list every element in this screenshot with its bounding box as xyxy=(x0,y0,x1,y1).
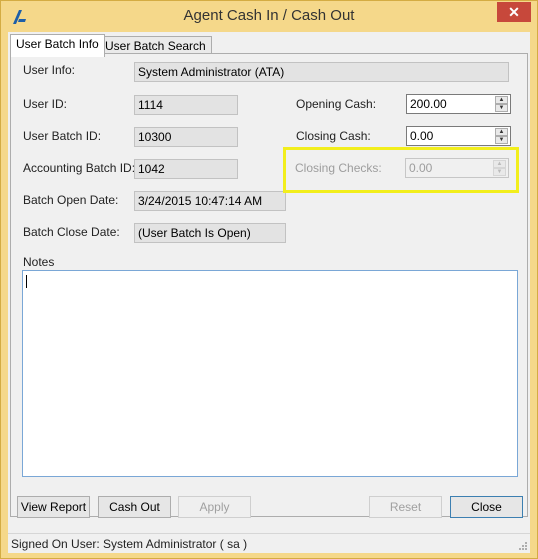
closing-checks-value: 0.00 xyxy=(409,161,433,175)
window-title: Agent Cash In / Cash Out xyxy=(183,7,355,24)
reset-button[interactable]: Reset xyxy=(369,496,442,518)
closing-checks-label: Closing Checks: xyxy=(295,161,382,175)
cash-out-button[interactable]: Cash Out xyxy=(98,496,171,518)
opening-cash-up-arrow-icon[interactable]: ▲ xyxy=(495,96,508,104)
notes-label: Notes xyxy=(23,255,55,269)
user-batch-id-label: User Batch ID: xyxy=(23,129,102,143)
window-close-button[interactable]: ✕ xyxy=(497,2,531,22)
status-bar: Signed On User: System Administrator ( s… xyxy=(8,533,530,553)
title-bar[interactable]: Agent Cash In / Cash Out ✕ xyxy=(1,1,537,32)
view-report-button[interactable]: View Report xyxy=(17,496,90,518)
closing-cash-label: Closing Cash: xyxy=(296,129,371,143)
batch-open-date-label: Batch Open Date: xyxy=(23,193,119,207)
closing-checks-down-arrow-icon: ▼ xyxy=(493,168,506,176)
accounting-batch-id-field: 1042 xyxy=(134,159,238,179)
opening-cash-down-arrow-icon[interactable]: ▼ xyxy=(495,104,508,112)
opening-cash-label: Opening Cash: xyxy=(296,97,377,111)
close-button[interactable]: Close xyxy=(450,496,523,518)
closing-cash-up-arrow-icon[interactable]: ▲ xyxy=(495,128,508,136)
resize-grip-icon[interactable] xyxy=(518,541,528,551)
user-info-label: User Info: xyxy=(23,63,76,77)
closing-cash-value: 0.00 xyxy=(410,129,434,143)
closing-checks-stepper: 0.00 ▲ ▼ xyxy=(405,158,509,178)
user-id-field: 1114 xyxy=(134,95,238,115)
user-id-label: User ID: xyxy=(23,97,68,111)
closing-cash-stepper[interactable]: 0.00 ▲ ▼ xyxy=(406,126,511,146)
app-window: Agent Cash In / Cash Out ✕ User Batch In… xyxy=(0,0,538,559)
signed-on-user-status: Signed On User: System Administrator ( s… xyxy=(11,537,248,551)
opening-cash-stepper[interactable]: 200.00 ▲ ▼ xyxy=(406,94,511,114)
tab-user-batch-info[interactable]: User Batch Info xyxy=(10,34,105,57)
notes-textarea[interactable] xyxy=(22,270,518,477)
user-info-field: System Administrator (ATA) xyxy=(134,62,509,82)
closing-cash-down-arrow-icon[interactable]: ▼ xyxy=(495,136,508,144)
accounting-batch-id-label: Accounting Batch ID: xyxy=(23,161,136,175)
opening-cash-value: 200.00 xyxy=(410,97,447,111)
batch-open-date-field: 3/24/2015 10:47:14 AM xyxy=(134,191,286,211)
batch-close-date-field: (User Batch Is Open) xyxy=(134,223,286,243)
client-area: User Batch Info User Batch Search User I… xyxy=(8,32,530,553)
batch-close-date-label: Batch Close Date: xyxy=(23,225,120,239)
user-batch-id-field: 10300 xyxy=(134,127,238,147)
tab-panel-user-batch-info: User Info: System Administrator (ATA) Us… xyxy=(10,53,528,517)
text-caret xyxy=(26,275,27,288)
apply-button[interactable]: Apply xyxy=(178,496,251,518)
closing-checks-up-arrow-icon: ▲ xyxy=(493,160,506,168)
